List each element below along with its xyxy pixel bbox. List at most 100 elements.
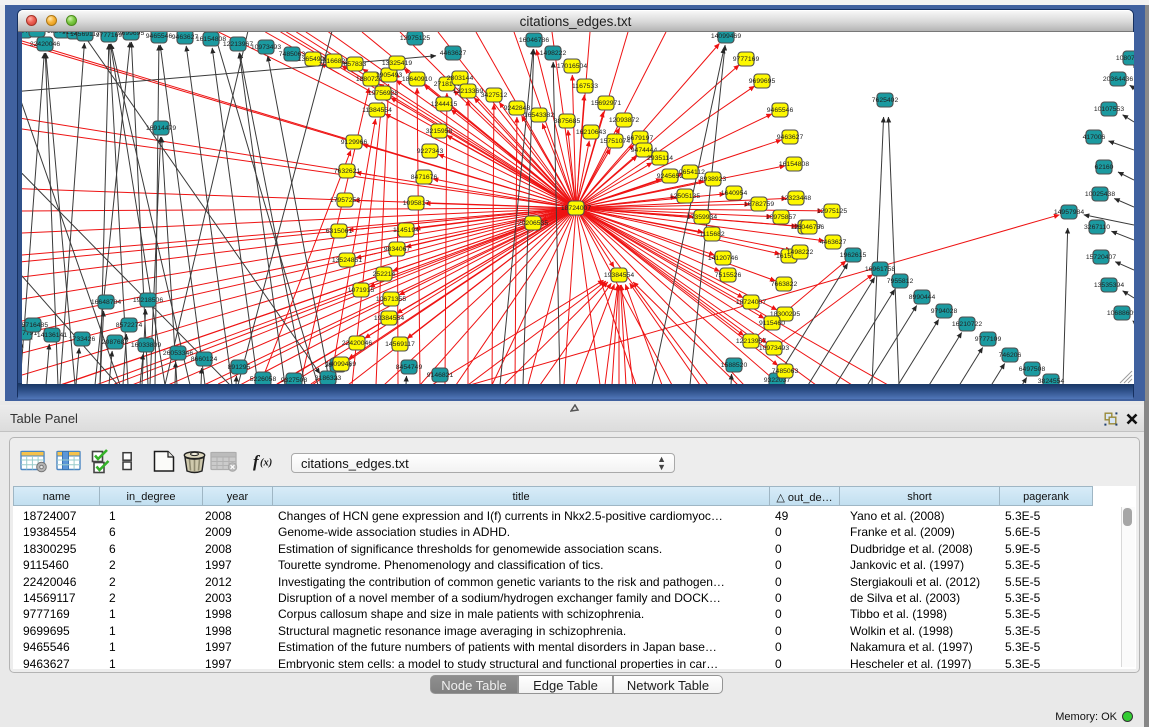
svg-text:16648784: 16648784	[91, 299, 121, 306]
svg-text:9129966: 9129966	[341, 139, 368, 146]
svg-text:16543382: 16543382	[524, 112, 554, 119]
svg-text:17016504: 17016504	[557, 63, 587, 70]
svg-text:16154808: 16154808	[779, 161, 809, 168]
svg-text:20206535: 20206535	[518, 220, 548, 227]
svg-text:8471676: 8471676	[411, 174, 438, 181]
svg-text:17957253: 17957253	[330, 197, 360, 204]
svg-text:15751074: 15751074	[600, 138, 630, 145]
svg-text:8660124: 8660124	[191, 356, 218, 363]
svg-text:10107553: 10107553	[1094, 106, 1124, 113]
svg-text:6315061: 6315061	[326, 228, 353, 235]
svg-text:22420046: 22420046	[30, 41, 60, 48]
svg-text:9465546: 9465546	[146, 33, 173, 40]
svg-text:9777109: 9777109	[975, 336, 1002, 343]
svg-text:6497508: 6497508	[1019, 366, 1046, 373]
svg-text:9242848: 9242848	[504, 105, 531, 112]
svg-text:16782759: 16782759	[744, 201, 774, 208]
svg-text:17359934: 17359934	[687, 214, 717, 221]
svg-text:14099469: 14099469	[711, 33, 741, 40]
svg-text:7515526: 7515526	[715, 272, 742, 279]
svg-text:1167533: 1167533	[572, 83, 598, 90]
svg-text:19384554: 19384554	[374, 315, 404, 322]
svg-text:15720407: 15720407	[1086, 254, 1116, 261]
svg-text:10973493: 10973493	[251, 44, 281, 51]
svg-text:16046786: 16046786	[794, 224, 824, 231]
svg-text:3215958: 3215958	[426, 128, 453, 135]
svg-text:1115682: 1115682	[699, 231, 725, 238]
svg-text:5226058: 5226058	[250, 376, 277, 383]
svg-text:1588520: 1588520	[721, 362, 748, 369]
svg-text:9115460: 9115460	[759, 320, 785, 327]
svg-text:9227343: 9227343	[417, 148, 444, 155]
svg-text:9699695: 9699695	[749, 78, 776, 85]
svg-text:1498222: 1498222	[540, 50, 567, 57]
svg-text:16914479: 16914479	[146, 125, 176, 132]
svg-text:14120746: 14120746	[708, 255, 738, 262]
svg-text:252214: 252214	[373, 271, 396, 278]
svg-text:2803144: 2803144	[447, 75, 474, 82]
svg-text:20364436: 20364436	[1103, 76, 1133, 83]
svg-text:9794028: 9794028	[931, 308, 958, 315]
svg-text:10025438: 10025438	[1085, 191, 1115, 198]
svg-text:12975125: 12975125	[400, 35, 430, 42]
svg-text:10975857: 10975857	[766, 214, 796, 221]
svg-text:13325419: 13325419	[382, 60, 412, 67]
svg-text:1244415: 1244415	[431, 101, 458, 108]
svg-text:12213967: 12213967	[736, 338, 766, 345]
svg-text:857833: 857833	[344, 61, 367, 68]
svg-text:7632621: 7632621	[334, 168, 361, 175]
svg-text:10671355: 10671355	[376, 296, 406, 303]
svg-text:7625402: 7625402	[872, 97, 899, 104]
svg-text:7485063: 7485063	[772, 368, 799, 375]
svg-text:417006: 417006	[1083, 134, 1106, 141]
svg-text:13535394: 13535394	[1094, 282, 1124, 289]
svg-text:22420046: 22420046	[342, 340, 372, 347]
svg-text:16961758: 16961758	[865, 266, 895, 273]
svg-text:891295: 891295	[228, 364, 251, 371]
svg-text:(x): (x)	[260, 458, 272, 469]
svg-text:1640954: 1640954	[721, 190, 748, 197]
svg-text:9465546: 9465546	[767, 107, 794, 114]
svg-text:1145194: 1145194	[393, 227, 419, 234]
svg-text:4463627: 4463627	[820, 239, 847, 246]
svg-text:3824554: 3824554	[1038, 378, 1065, 384]
svg-text:10688609: 10688609	[1107, 310, 1134, 317]
svg-text:3427512: 3427512	[481, 92, 508, 99]
svg-text:9245652: 9245652	[657, 173, 684, 180]
svg-text:10807487: 10807487	[1116, 55, 1134, 62]
svg-text:16210643: 16210643	[576, 129, 606, 136]
svg-text:9699695: 9699695	[118, 32, 145, 37]
svg-text:8572274: 8572274	[116, 322, 143, 329]
svg-text:4463627: 4463627	[440, 50, 467, 57]
svg-text:11384554: 11384554	[362, 107, 392, 114]
svg-text:14099469: 14099469	[326, 361, 356, 368]
svg-text:1095817: 1095817	[403, 200, 430, 207]
svg-text:19756928: 19756928	[368, 90, 398, 97]
svg-text:18724007: 18724007	[736, 299, 766, 306]
svg-text:15692971: 15692971	[591, 100, 621, 107]
svg-text:14136141: 14136141	[37, 332, 67, 339]
svg-text:18724007: 18724007	[561, 205, 591, 212]
svg-text:16154808: 16154808	[196, 36, 226, 43]
svg-text:10973493: 10973493	[759, 345, 789, 352]
svg-text:12505135: 12505135	[670, 193, 700, 200]
svg-text:12213369: 12213369	[453, 88, 483, 95]
svg-text:2935114: 2935114	[647, 155, 673, 162]
svg-text:62160: 62160	[1095, 164, 1114, 171]
svg-text:3267110: 3267110	[1084, 224, 1110, 231]
svg-text:26053346: 26053346	[163, 350, 193, 357]
svg-text:8454749: 8454749	[396, 364, 423, 371]
svg-text:19218506: 19218506	[133, 297, 163, 304]
svg-text:14569117: 14569117	[385, 341, 415, 348]
svg-text:7663822: 7663822	[771, 281, 798, 288]
svg-text:9327508: 9327508	[281, 377, 308, 384]
svg-text:1498222: 1498222	[787, 249, 814, 256]
svg-text:9777169: 9777169	[733, 56, 760, 63]
svg-text:16210722: 16210722	[952, 321, 982, 328]
svg-text:16033809: 16033809	[131, 342, 161, 349]
svg-text:8990444: 8990444	[909, 294, 936, 301]
svg-text:19384554: 19384554	[604, 272, 634, 279]
svg-text:9834067: 9834067	[384, 246, 411, 253]
svg-text:3186323: 3186323	[315, 375, 342, 382]
svg-text:6679197: 6679197	[627, 135, 654, 142]
